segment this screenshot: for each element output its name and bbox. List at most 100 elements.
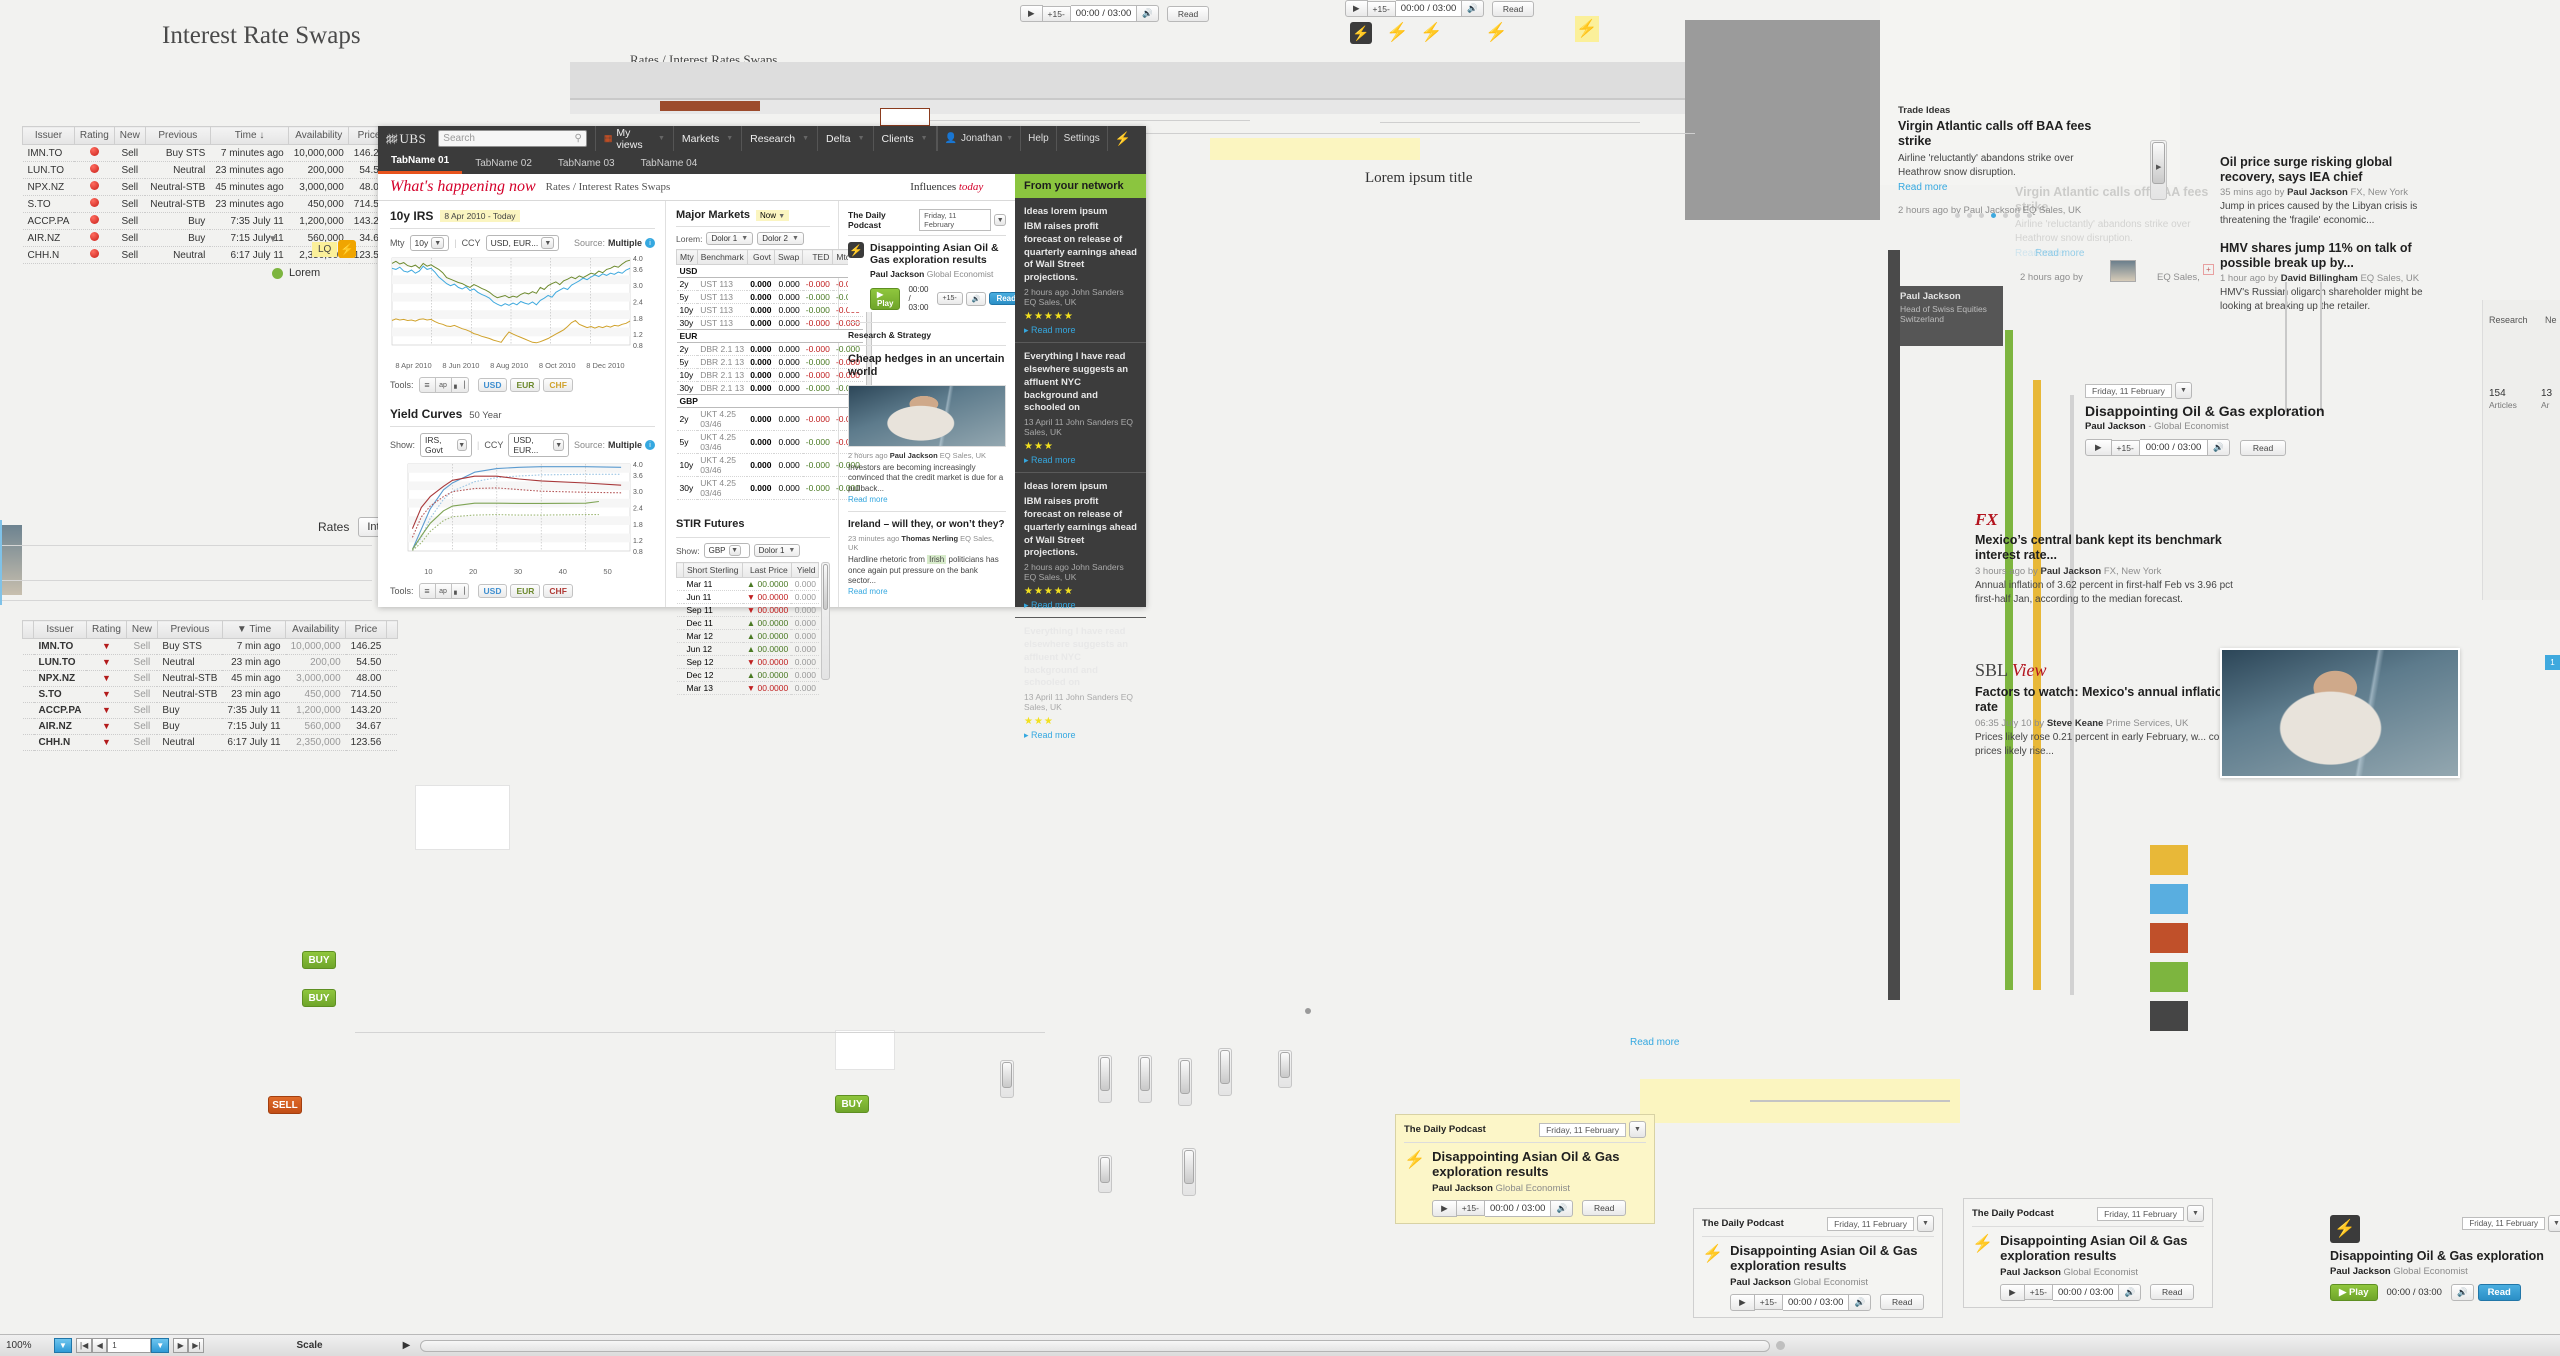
col-benchmark[interactable]: Benchmark bbox=[696, 249, 748, 265]
skip-back-button[interactable]: +15- bbox=[2024, 1284, 2053, 1301]
scrollbar-frag-d[interactable] bbox=[1178, 1058, 1192, 1106]
table-row[interactable]: Mar 13 ▼ 00.0000 0.000 bbox=[676, 681, 819, 695]
volume-icon[interactable]: 🔊 bbox=[1551, 1199, 1574, 1217]
table-row[interactable]: LUN.TO ▼ Sell Neutral 23 min ago 200,00 … bbox=[22, 654, 398, 671]
table-row[interactable]: Jun 12 ▲ 00.0000 0.000 bbox=[676, 642, 819, 656]
buy-button-3[interactable]: BUY bbox=[835, 1095, 869, 1113]
podcast-title[interactable]: Disappointing Asian Oil & Gas exploratio… bbox=[2000, 1233, 2204, 1264]
scrollbar-frag-g[interactable] bbox=[1098, 1155, 1112, 1193]
news-headline[interactable]: Oil price surge risking global recovery,… bbox=[2220, 155, 2450, 185]
colour-swatch[interactable] bbox=[2150, 884, 2188, 914]
scale-slider[interactable] bbox=[420, 1339, 1771, 1352]
colour-swatch[interactable] bbox=[2150, 1001, 2188, 1031]
article-title[interactable]: Ireland – will they, or won’t they? bbox=[848, 519, 1006, 531]
search-input[interactable]: Search ⚲ bbox=[438, 130, 587, 147]
col-swap[interactable]: Swap bbox=[773, 249, 804, 265]
tab-tabname 03[interactable]: TabName 03 bbox=[545, 155, 628, 174]
table-row[interactable]: 5y UKT 4.25 03/46 0.000 0.000 -0.000 -0.… bbox=[676, 430, 864, 454]
nav-item-my views[interactable]: ▦ My views ▼ bbox=[594, 126, 673, 151]
read-button[interactable]: Read bbox=[1880, 1294, 1925, 1311]
article-title[interactable]: Cheap hedges in an uncertain world bbox=[848, 353, 1006, 379]
skip-back-button[interactable]: +15- bbox=[2111, 439, 2140, 456]
volume-icon[interactable]: 🔊 bbox=[1137, 5, 1159, 22]
mty-select[interactable]: 10y ▼ bbox=[409, 235, 450, 251]
table-row[interactable]: 30y DBR 2.1 13 0.000 0.000 -0.000 -0.000 bbox=[676, 381, 864, 395]
stir-show-select[interactable]: GBP ▼ bbox=[703, 543, 750, 558]
tab-tabname 02[interactable]: TabName 02 bbox=[462, 155, 545, 174]
volume-icon[interactable]: 🔊 bbox=[2450, 1284, 2474, 1302]
col-previous[interactable]: Previous bbox=[156, 620, 223, 639]
buy-button-1[interactable]: BUY bbox=[302, 951, 336, 969]
table-row[interactable]: NPX.NZ ▼ Sell Neutral-STB 45 min ago 3,0… bbox=[22, 670, 398, 687]
yield-show-select[interactable]: IRS, Govt ▼ bbox=[420, 433, 473, 457]
podcast-title[interactable]: Disappointing Asian Oil & Gas exploratio… bbox=[1432, 1149, 1646, 1180]
table-row[interactable]: Jun 11 ▼ 00.0000 0.000 bbox=[676, 590, 819, 604]
widget-title[interactable]: Disappointing Oil & Gas exploration bbox=[2330, 1249, 2560, 1263]
bars-icon[interactable]: ▖▕ bbox=[452, 378, 468, 392]
collapse-arrow-icon[interactable]: ▼ bbox=[268, 234, 278, 245]
nav-item-delta[interactable]: Delta ▼ bbox=[817, 126, 872, 151]
scrollbar-frag-e[interactable] bbox=[1218, 1048, 1232, 1096]
scrollbar-frag-f[interactable] bbox=[1278, 1050, 1292, 1088]
play-button[interactable]: ▶ Play bbox=[870, 287, 901, 310]
table-row[interactable]: 30y UKT 4.25 03/46 0.000 0.000 -0.000 -0… bbox=[676, 476, 864, 500]
col-new[interactable]: New bbox=[113, 126, 146, 145]
carousel-dot-icon[interactable] bbox=[1305, 1008, 1311, 1014]
table-row[interactable]: Sep 12 ▼ 00.0000 0.000 bbox=[676, 655, 819, 669]
table-row[interactable]: Mar 11 ▲ 00.0000 0.000 bbox=[676, 577, 819, 591]
ccy-button-eur[interactable]: EUR bbox=[510, 584, 541, 598]
read-more-link[interactable]: ▸ Read more bbox=[1024, 600, 1137, 611]
next-page-button[interactable]: ▶ bbox=[173, 1338, 189, 1353]
col-issuer[interactable]: Issuer bbox=[33, 620, 87, 639]
markets-filter-1[interactable]: Dolor 1 ▼ bbox=[706, 232, 754, 245]
buy-button-2[interactable]: BUY bbox=[302, 989, 336, 1007]
scale-play-icon[interactable]: ▶ bbox=[403, 1340, 411, 1351]
widget-title[interactable]: Disappointing Oil & Gas exploration bbox=[2085, 403, 2350, 419]
skip-back-button[interactable]: +15- bbox=[1042, 5, 1071, 22]
network-item[interactable]: Everything I have read elsewhere suggest… bbox=[1015, 342, 1146, 472]
stir-scrollbar[interactable] bbox=[821, 562, 830, 680]
col-previous[interactable]: Previous bbox=[144, 126, 211, 145]
last-page-button[interactable]: ▶| bbox=[188, 1338, 205, 1353]
read-button[interactable]: Read bbox=[2239, 439, 2287, 456]
play-icon[interactable]: ▶ bbox=[2085, 439, 2112, 457]
col-time[interactable]: ▼ Time bbox=[221, 620, 287, 639]
col-availability[interactable]: Availability bbox=[288, 126, 350, 145]
colour-swatch[interactable] bbox=[2150, 962, 2188, 992]
podcast-title[interactable]: Disappointing Asian Oil & Gas exploratio… bbox=[870, 242, 1006, 266]
col-rating[interactable]: Rating bbox=[73, 126, 115, 145]
trade-ideas-headline[interactable]: Virgin Atlantic calls off BAA fees strik… bbox=[1898, 119, 2113, 149]
table-row[interactable]: 2y UKT 4.25 03/46 0.000 0.000 -0.000 -0.… bbox=[676, 407, 864, 431]
colour-swatch[interactable] bbox=[2150, 845, 2188, 875]
play-icon[interactable]: ▶ bbox=[1432, 1199, 1457, 1217]
major-markets-badge[interactable]: Now ▼ bbox=[755, 209, 790, 221]
podcast-date-select[interactable]: Friday, 11 February ▼ bbox=[1539, 1121, 1646, 1138]
nav-item-research[interactable]: Research ▼ bbox=[741, 126, 817, 151]
colour-swatch[interactable] bbox=[2150, 923, 2188, 953]
col-issuer[interactable]: Issuer bbox=[22, 126, 75, 145]
col-mty[interactable]: Mty bbox=[676, 249, 698, 265]
volume-icon[interactable]: 🔊 bbox=[1462, 0, 1484, 17]
table-row[interactable]: Mar 12 ▲ 00.0000 0.000 bbox=[676, 629, 819, 643]
info-icon[interactable]: i bbox=[645, 238, 655, 248]
podcast-date-select[interactable]: Friday, 11 February ▼ bbox=[919, 209, 1006, 231]
read-button[interactable]: Read bbox=[2150, 1284, 2195, 1301]
audio-player-top-left[interactable]: ▶ +15- 00:00 / 03:00 🔊 Read bbox=[1020, 5, 1210, 22]
table-row[interactable]: 2y DBR 2.1 13 0.000 0.000 -0.000 -0.000 bbox=[676, 342, 864, 356]
podcast-date-select[interactable]: Friday, 11 February ▼ bbox=[2097, 1205, 2204, 1222]
table-row[interactable]: ACCP.PA ▼ Sell Buy 7:35 July 11 1,200,00… bbox=[22, 702, 398, 719]
widget-date-select[interactable]: Friday, 11 February ▼ bbox=[2368, 1215, 2560, 1232]
ubs-logo[interactable]: ♯♯♯ UBS bbox=[386, 131, 426, 147]
volume-icon[interactable]: 🔊 bbox=[1849, 1293, 1872, 1311]
col-govt[interactable]: Govt bbox=[746, 249, 775, 265]
col-price[interactable]: Price bbox=[345, 620, 387, 639]
table-row[interactable]: 5y DBR 2.1 13 0.000 0.000 -0.000 -0.000 bbox=[676, 355, 864, 369]
widget-date-select[interactable]: Friday, 11 February ▼ bbox=[2085, 382, 2350, 399]
skip-back-button[interactable]: +15- bbox=[1367, 0, 1396, 17]
help-link[interactable]: Help bbox=[1020, 126, 1056, 151]
read-button[interactable]: Read bbox=[1166, 5, 1210, 22]
skip-back-button[interactable]: +15- bbox=[936, 292, 963, 306]
news-headline[interactable]: HMV shares jump 11% on talk of possible … bbox=[2220, 241, 2450, 271]
page-dropdown[interactable]: ▼ bbox=[151, 1338, 170, 1353]
user-menu[interactable]: 👤 Jonathan ▼ bbox=[936, 126, 1021, 151]
